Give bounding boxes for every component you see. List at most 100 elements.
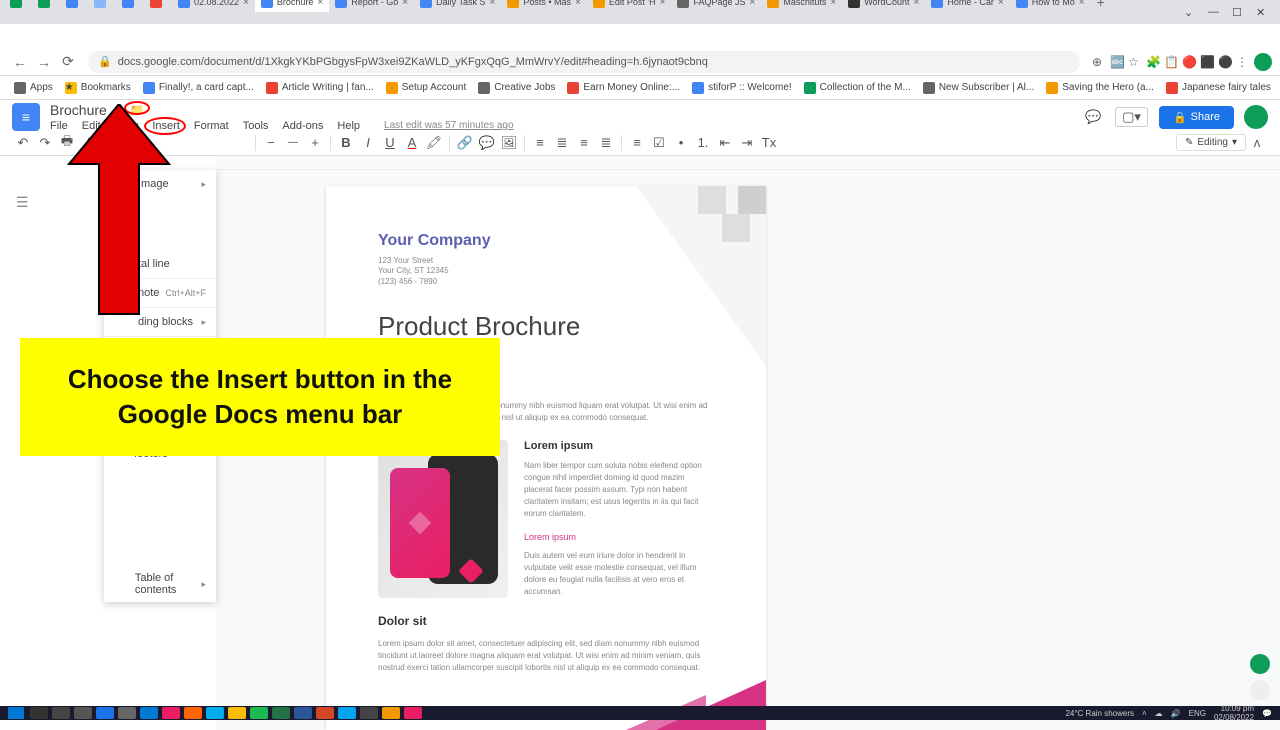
avatar-icon[interactable] xyxy=(1254,53,1272,71)
spellcheck-button[interactable]: Ą xyxy=(79,133,99,153)
undo-button[interactable]: ↶ xyxy=(13,133,33,153)
widget-icon[interactable] xyxy=(1250,680,1270,700)
tab[interactable] xyxy=(144,0,172,12)
close-icon[interactable]: × xyxy=(998,0,1004,8)
bookmark[interactable]: Japanese fairy tales xyxy=(1160,82,1277,94)
taskbar-item[interactable] xyxy=(228,707,246,719)
reload-button[interactable]: ⟳ xyxy=(58,52,78,72)
comment-button[interactable]: 💬 xyxy=(477,133,497,153)
taskbar-item[interactable] xyxy=(382,707,400,719)
bold-button[interactable]: B xyxy=(336,133,356,153)
highlight-button[interactable]: 🖍 xyxy=(424,133,444,153)
bookmark[interactable]: Saving the Hero (a... xyxy=(1040,82,1160,94)
outdent-button[interactable]: ⇤ xyxy=(715,133,735,153)
bookmark[interactable]: ★Bookmarks xyxy=(59,82,137,94)
notifications-icon[interactable]: 💬 xyxy=(1262,709,1272,718)
taskbar-item[interactable] xyxy=(250,707,268,719)
star-icon[interactable]: ☆ xyxy=(1128,55,1142,69)
menu-format[interactable]: Format xyxy=(194,120,229,132)
tray-icon[interactable]: ☁ xyxy=(1155,709,1163,718)
menu-insert[interactable]: Insert xyxy=(152,120,180,132)
underline-button[interactable]: U xyxy=(380,133,400,153)
product-image[interactable] xyxy=(378,440,508,598)
indent-button[interactable]: ⇥ xyxy=(737,133,757,153)
close-icon[interactable]: ✕ xyxy=(1256,6,1268,18)
body-text[interactable]: Lorem ipsum dolor sit amet, consectetuer… xyxy=(378,638,714,674)
bookmark[interactable]: stiforP :: Welcome! xyxy=(686,82,798,94)
tab[interactable] xyxy=(116,0,144,12)
minimize-icon[interactable]: — xyxy=(1208,6,1220,18)
extension-icon[interactable]: 🔴 xyxy=(1182,55,1196,69)
checklist-button[interactable]: ☑ xyxy=(649,133,669,153)
menu-item-footnote[interactable]: noteCtrl+Alt+F xyxy=(104,279,216,307)
close-icon[interactable]: × xyxy=(914,0,920,8)
subtitle[interactable]: Lorem ipsum xyxy=(524,440,714,452)
forward-button[interactable]: → xyxy=(34,52,54,72)
bullet-list-button[interactable]: • xyxy=(671,133,691,153)
taskbar-item[interactable] xyxy=(162,707,180,719)
taskbar-item[interactable] xyxy=(118,707,136,719)
close-icon[interactable]: × xyxy=(490,0,496,8)
font-size[interactable]: — xyxy=(282,137,304,148)
taskbar-item[interactable] xyxy=(74,707,92,719)
align-left-button[interactable]: ≡ xyxy=(530,133,550,153)
menu-file[interactable]: File xyxy=(50,120,68,132)
tab[interactable]: Daily Task S× xyxy=(414,0,501,12)
section-dolor[interactable]: Dolor sit xyxy=(378,614,714,628)
extension-icon[interactable]: ⬛ xyxy=(1200,55,1214,69)
tab[interactable]: Maschituts× xyxy=(761,0,842,12)
tray-icon[interactable]: ˄ xyxy=(1142,709,1147,718)
align-center-button[interactable]: ≣ xyxy=(552,133,572,153)
taskbar-item[interactable] xyxy=(404,707,422,719)
extension-icon[interactable]: 📋 xyxy=(1164,55,1178,69)
tray-time[interactable]: 10:09 pm 02/08/2022 xyxy=(1214,704,1254,722)
close-icon[interactable]: × xyxy=(830,0,836,8)
docs-logo-icon[interactable]: ≡ xyxy=(12,103,40,131)
tab[interactable]: Posts • Mas× xyxy=(501,0,587,12)
taskbar-item[interactable] xyxy=(338,707,356,719)
menu-view[interactable]: View xyxy=(115,120,139,132)
url-input[interactable]: 🔒 docs.google.com/document/d/1XkgkYKbPGb… xyxy=(88,51,1080,73)
document-title[interactable]: Brochure xyxy=(50,102,107,118)
taskbar-item[interactable] xyxy=(294,707,312,719)
font-minus[interactable]: − xyxy=(261,133,281,153)
paint-format-button[interactable]: 🖌 xyxy=(101,133,121,153)
close-icon[interactable]: × xyxy=(1079,0,1085,8)
body-text[interactable]: Nam liber tempor cum soluta nobis eleife… xyxy=(524,460,714,520)
taskbar-item[interactable] xyxy=(52,707,70,719)
taskbar-item[interactable] xyxy=(184,707,202,719)
maximize-icon[interactable]: ☐ xyxy=(1232,6,1244,18)
bookmark[interactable]: Finally!, a card capt... xyxy=(137,82,260,94)
menu-item-image[interactable]: 🖼Image▸ xyxy=(104,170,216,198)
translate-icon[interactable]: 🔤 xyxy=(1110,55,1124,69)
tab[interactable] xyxy=(88,0,116,12)
menu-addons[interactable]: Add-ons xyxy=(282,120,323,132)
menu-item-building-blocks[interactable]: ding blocks▸ xyxy=(104,308,216,336)
align-right-button[interactable]: ≡ xyxy=(574,133,594,153)
star-icon[interactable]: ☆ xyxy=(113,103,124,117)
menu-icon[interactable]: ⋮ xyxy=(1236,55,1250,69)
tray-icon[interactable]: 🔊 xyxy=(1171,709,1181,718)
tab[interactable]: How to Mo× xyxy=(1010,0,1091,12)
bookmark[interactable]: Setup Account xyxy=(380,82,473,94)
taskbar-item[interactable] xyxy=(316,707,334,719)
print-button[interactable]: 🖶 xyxy=(57,133,77,153)
weather[interactable]: 24°C Rain showers xyxy=(1065,709,1134,718)
extension-icon[interactable]: 🧩 xyxy=(1146,55,1160,69)
tab[interactable]: 02.08.2022× xyxy=(172,0,255,12)
avatar[interactable] xyxy=(1244,105,1268,129)
font-plus[interactable]: + xyxy=(305,133,325,153)
document-page[interactable]: Your Company 123 Your Street Your City, … xyxy=(326,186,766,730)
close-icon[interactable]: × xyxy=(243,0,249,8)
close-icon[interactable]: × xyxy=(575,0,581,8)
align-justify-button[interactable]: ≣ xyxy=(596,133,616,153)
bookmark[interactable]: Article Writing | fan... xyxy=(260,82,380,94)
close-icon[interactable]: × xyxy=(749,0,755,8)
tab[interactable] xyxy=(4,0,32,12)
tab[interactable] xyxy=(60,0,88,12)
image-button[interactable]: 🖼 xyxy=(499,133,519,153)
last-edit-text[interactable]: Last edit was 57 minutes ago xyxy=(384,120,514,132)
start-button[interactable] xyxy=(8,707,24,719)
outline-button[interactable]: ☰ xyxy=(16,194,36,214)
editing-mode-button[interactable]: ✎Editing▾ xyxy=(1176,134,1246,151)
